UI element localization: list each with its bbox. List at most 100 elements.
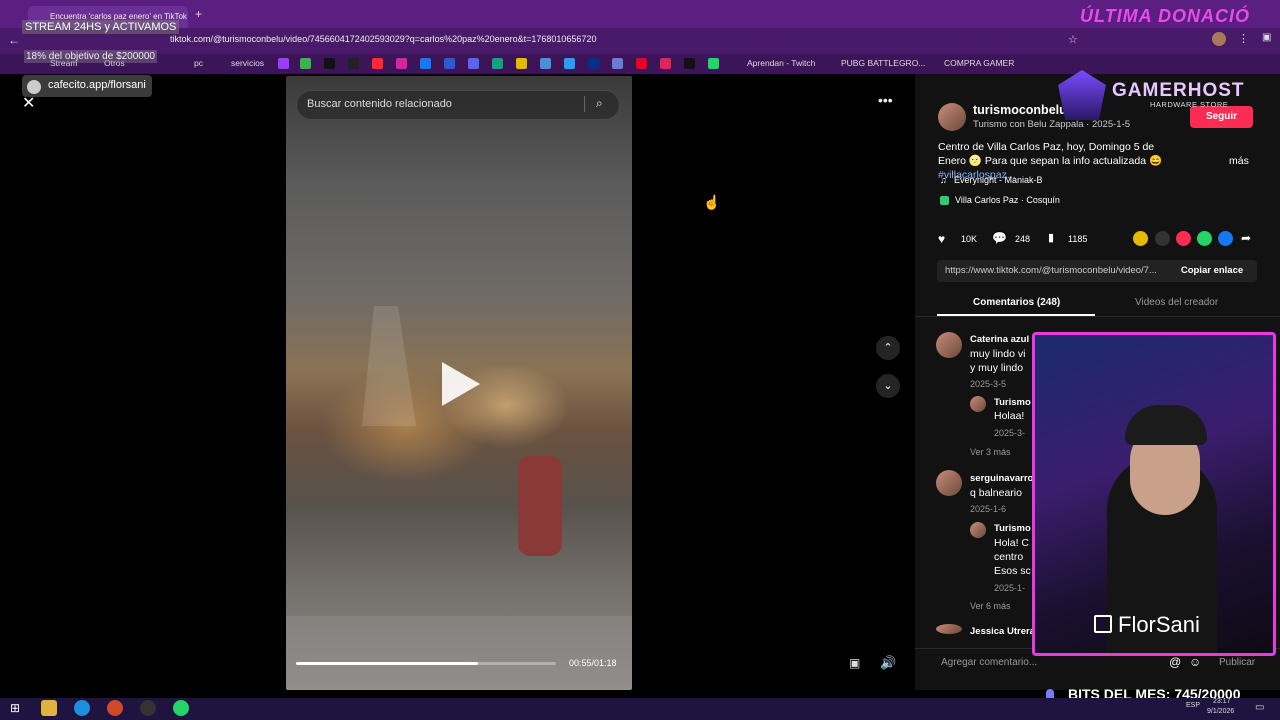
pinterest-icon[interactable] xyxy=(636,58,647,69)
bookmark-servicios[interactable]: servicios xyxy=(231,58,264,68)
url-field[interactable]: tiktok.com/@turismoconbelu/video/7456604… xyxy=(170,34,596,44)
share-arrow-icon[interactable]: ➦ xyxy=(1241,231,1251,245)
webcam-feed xyxy=(1032,332,1276,656)
last-donation-banner: ÚLTIMA DONACIÓ xyxy=(1080,6,1250,26)
person-figure xyxy=(518,456,562,556)
comment-user[interactable]: Jessica Utrera xyxy=(970,626,1035,637)
comment-avatar[interactable] xyxy=(936,624,962,634)
comment-user[interactable]: Caterina azul xyxy=(970,334,1029,345)
like-icon[interactable]: ♥ xyxy=(938,232,945,246)
pip-icon[interactable]: ▣ xyxy=(849,656,860,670)
reply-user[interactable]: Turismo xyxy=(994,523,1031,534)
notifications-icon[interactable]: ▭ xyxy=(1255,702,1264,713)
kick-icon[interactable] xyxy=(300,58,311,69)
reply-date: 2025-1- xyxy=(994,583,1026,593)
reply-user[interactable]: Turismo xyxy=(994,397,1031,408)
send-icon[interactable] xyxy=(1176,231,1191,246)
bookmark-app4-icon[interactable] xyxy=(612,58,623,69)
twitch-icon[interactable] xyxy=(278,58,289,69)
streamelements-icon[interactable] xyxy=(444,58,455,69)
obs-icon[interactable] xyxy=(140,700,156,716)
comment-avatar[interactable] xyxy=(936,332,962,358)
whatsapp-taskbar-icon[interactable] xyxy=(173,700,189,716)
comment-user[interactable]: serguinavarro xyxy=(970,473,1033,484)
view-more-replies[interactable]: Ver 3 más xyxy=(970,447,1011,457)
bookmark-app5-icon[interactable] xyxy=(660,58,671,69)
bookmark-pubg[interactable]: PUBG BATTLEGRO... xyxy=(841,58,925,68)
youtube-icon[interactable] xyxy=(372,58,383,69)
comment-text: muy lindo vi xyxy=(970,348,1026,360)
back-icon[interactable]: ← xyxy=(8,33,20,47)
music-name[interactable]: Everynight - Maniak-B xyxy=(954,175,1043,185)
copy-link-button[interactable]: Copiar enlace xyxy=(1167,260,1257,282)
stream-goal-title: STREAM 24HS y ACTIVAMOS xyxy=(22,20,180,34)
menu-kebab-icon[interactable]: ⋮ xyxy=(1238,32,1249,45)
publish-button[interactable]: Publicar xyxy=(1219,657,1255,668)
bookmark-app3-icon[interactable] xyxy=(564,58,575,69)
clock-date[interactable]: 9/1/2026 xyxy=(1207,708,1234,715)
reply-avatar[interactable] xyxy=(970,396,986,412)
chatgpt-icon[interactable] xyxy=(492,58,503,69)
profile-avatar[interactable] xyxy=(1212,32,1226,46)
clock-time[interactable]: 23:17 xyxy=(1213,698,1231,705)
author-avatar[interactable] xyxy=(938,103,966,131)
cafecito-icon xyxy=(27,80,41,94)
mention-icon[interactable]: @ xyxy=(1169,655,1181,669)
bookmark-app6-icon[interactable] xyxy=(684,58,695,69)
bookmark-aprendan[interactable]: Aprendan - Twitch xyxy=(747,58,815,68)
browser-taskbar-icon[interactable] xyxy=(107,700,123,716)
comment-avatar[interactable] xyxy=(936,470,962,496)
search-icon[interactable]: ⌕ xyxy=(596,96,603,111)
more-options-icon[interactable]: ••• xyxy=(878,92,893,108)
streamer-name: FlorSani xyxy=(1118,612,1200,637)
paypal-icon[interactable] xyxy=(588,58,599,69)
comment-icon[interactable]: 💬 xyxy=(992,231,1007,245)
stream-goal-progress: 18% del objetivo de $200000 xyxy=(24,50,157,63)
save-icon[interactable]: ▮ xyxy=(1048,231,1054,244)
whatsapp-share-icon[interactable] xyxy=(1197,231,1212,246)
author-username[interactable]: turismoconbelu xyxy=(973,103,1067,117)
share-coin-icon[interactable] xyxy=(1133,231,1148,246)
location-icon xyxy=(940,196,949,205)
comment-input[interactable]: Agregar comentario... xyxy=(941,657,1037,668)
language-indicator[interactable]: ESP xyxy=(1186,702,1200,709)
edge-icon[interactable] xyxy=(74,700,90,716)
instagram-icon[interactable] xyxy=(396,58,407,69)
sidebar-icon[interactable]: ▣ xyxy=(1262,32,1271,43)
x-icon[interactable] xyxy=(348,58,359,69)
file-explorer-icon[interactable] xyxy=(41,700,57,716)
bookmark-compragamer[interactable]: COMPRA GAMER xyxy=(944,58,1014,68)
play-icon[interactable] xyxy=(442,362,480,406)
reply-text: Holaa! xyxy=(994,410,1025,422)
streamer-hat xyxy=(1125,405,1207,445)
facebook-share-icon[interactable] xyxy=(1218,231,1233,246)
next-video-icon[interactable]: ⌄ xyxy=(876,374,900,398)
previous-video-icon[interactable]: ⌃ xyxy=(876,336,900,360)
volume-icon[interactable]: 🔊 xyxy=(880,655,896,671)
caption-more[interactable]: más xyxy=(1229,155,1249,167)
whatsapp-bookmark-icon[interactable] xyxy=(708,58,719,69)
tab-creator-videos[interactable]: Videos del creador xyxy=(1135,297,1218,308)
emoji-icon[interactable]: ☺ xyxy=(1189,655,1201,669)
author-meta: Turismo con Belu Zappala · 2025-1-5 xyxy=(973,119,1131,130)
video-link-field[interactable]: https://www.tiktok.com/@turismoconbelu/v… xyxy=(937,260,1167,282)
comment-count: 248 xyxy=(1015,234,1031,244)
facebook-icon[interactable] xyxy=(420,58,431,69)
discord-icon[interactable] xyxy=(468,58,479,69)
location-name[interactable]: Villa Carlos Paz · Cosquín xyxy=(955,195,1060,205)
bookmark-app2-icon[interactable] xyxy=(540,58,551,69)
video-time: 00:55/01:18 xyxy=(569,658,617,668)
reply-text: Esos sc xyxy=(994,565,1031,577)
tab-comments[interactable]: Comentarios (248) xyxy=(973,297,1060,308)
bookmark-star-icon[interactable]: ☆ xyxy=(1068,33,1078,46)
reply-avatar[interactable] xyxy=(970,522,986,538)
follow-button[interactable]: Seguir xyxy=(1190,106,1253,128)
twitch-logo-icon xyxy=(1094,615,1112,633)
tiktok-icon[interactable] xyxy=(324,58,335,69)
bookmark-app-icon[interactable] xyxy=(516,58,527,69)
new-tab-icon[interactable]: + xyxy=(195,7,202,21)
bookmark-pc[interactable]: pc xyxy=(194,58,203,68)
embed-icon[interactable] xyxy=(1155,231,1170,246)
view-more-replies[interactable]: Ver 6 más xyxy=(970,601,1011,611)
windows-start-icon[interactable]: ⊞ xyxy=(10,701,20,715)
